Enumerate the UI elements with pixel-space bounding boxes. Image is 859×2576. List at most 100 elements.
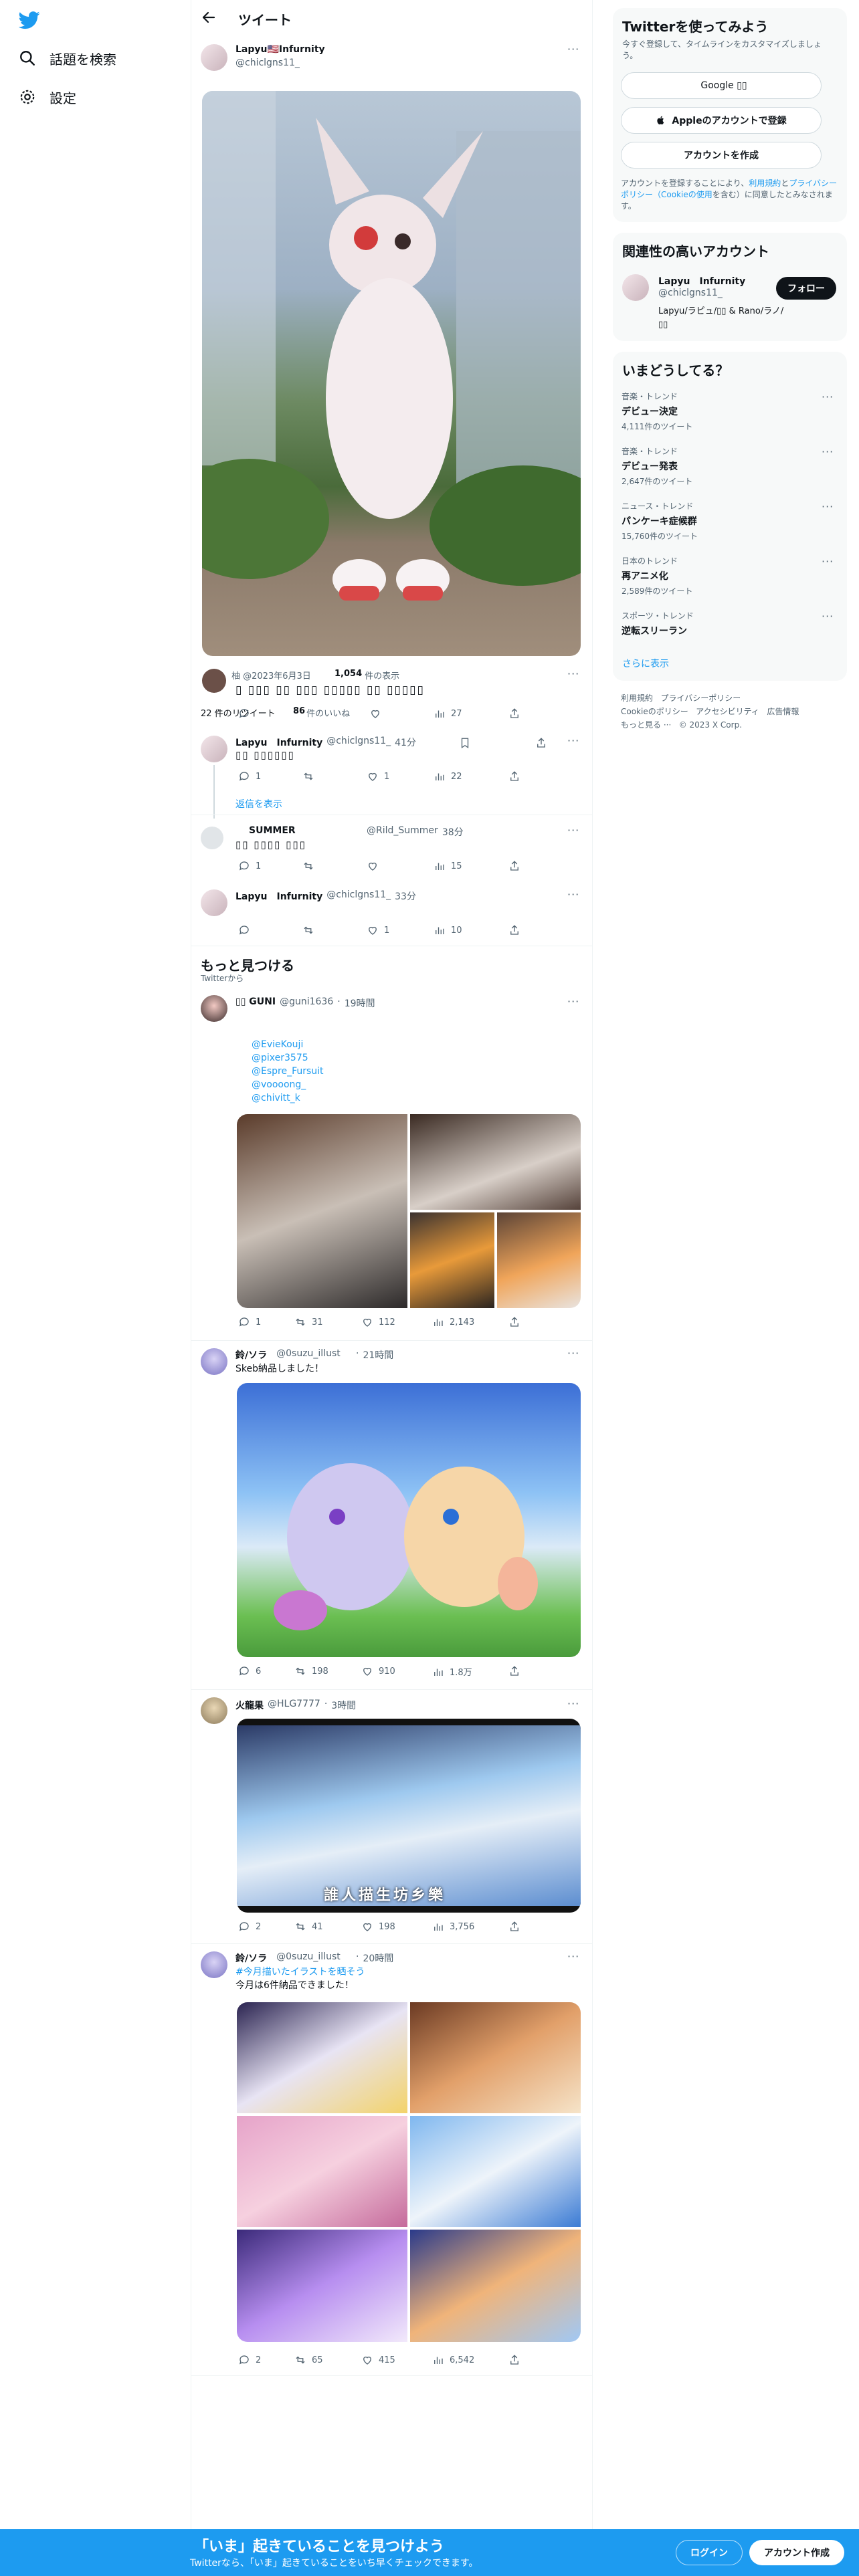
more-icon[interactable]: ···: [567, 824, 579, 837]
reply-button[interactable]: 2: [238, 1921, 261, 1933]
reply-time[interactable]: 41分: [395, 736, 416, 749]
reply-author-name[interactable]: Lapyu Infurnity: [235, 889, 322, 903]
feed-time[interactable]: 21時間: [363, 1348, 393, 1362]
footer-more-link[interactable]: もっと見る ···: [621, 720, 671, 730]
like-button[interactable]: [367, 860, 379, 872]
footer-ads-link[interactable]: 広告情報: [767, 707, 799, 716]
reply-button[interactable]: 2: [238, 2354, 261, 2366]
like-button[interactable]: 112: [361, 1316, 395, 1328]
trend-item[interactable]: ニュース・トレンド パンケーキ症候群 15,760件のツイート: [622, 500, 836, 542]
feed-time[interactable]: 19時間: [345, 996, 375, 1010]
more-icon[interactable]: ···: [567, 888, 579, 901]
footer-cookie-link[interactable]: Cookieのポリシー: [621, 707, 688, 716]
share-button[interactable]: [508, 924, 520, 936]
tweet-media-image[interactable]: [237, 1114, 407, 1308]
bottom-signup-button[interactable]: アカウント作成: [749, 2540, 844, 2565]
retweet-button[interactable]: 65: [294, 2354, 323, 2366]
feed-author-name[interactable]: 火龍果: [235, 1699, 264, 1712]
reply-author-handle[interactable]: @chiclgns11_: [326, 889, 391, 903]
more-icon[interactable]: ···: [567, 1347, 579, 1360]
feed-author-name[interactable]: 鈴/ソラ: [235, 1951, 267, 1965]
reply-author-handle[interactable]: @chiclgns11_: [326, 736, 391, 749]
tweet-media-image[interactable]: [202, 91, 581, 656]
share-button[interactable]: [535, 737, 547, 749]
more-icon[interactable]: ···: [567, 1950, 579, 1963]
twitter-logo-icon[interactable]: [18, 9, 40, 31]
hashtag-link[interactable]: #今月描いたイラストを晒そう: [235, 1965, 365, 1978]
views-button[interactable]: 2,143: [432, 1316, 474, 1328]
feed-author-handle[interactable]: @guni1636: [280, 996, 333, 1010]
reply-time[interactable]: 33分: [395, 889, 416, 903]
views-button[interactable]: 15: [434, 860, 462, 872]
likes-summary[interactable]: 86 件のいいね: [293, 706, 350, 719]
tweet-media-image[interactable]: [237, 2116, 407, 2227]
back-button[interactable]: [201, 9, 219, 28]
footer-accessibility-link[interactable]: アクセシビリティ: [696, 707, 759, 716]
feed-author-handle[interactable]: @0suzu_illust: [276, 1348, 341, 1362]
reply-time[interactable]: 38分: [442, 825, 464, 839]
like-button[interactable]: 415: [361, 2354, 395, 2366]
login-button[interactable]: ログイン: [676, 2540, 743, 2565]
quoted-avatar[interactable]: [202, 669, 226, 693]
share-button[interactable]: [508, 1921, 520, 1933]
tweet-media-grid[interactable]: [237, 1114, 581, 1308]
retweet-button[interactable]: [302, 924, 314, 936]
trend-item[interactable]: 日本のトレンド 再アニメ化 2,589件のツイート: [622, 555, 836, 597]
share-button[interactable]: [508, 860, 520, 872]
views-button[interactable]: 22: [434, 770, 462, 782]
tweet-media-image[interactable]: [237, 2002, 407, 2113]
feed-time[interactable]: 20時間: [363, 1951, 393, 1965]
views-button[interactable]: 27: [434, 708, 462, 720]
share-button[interactable]: [508, 2354, 520, 2366]
tweet-media-image[interactable]: [410, 1212, 494, 1308]
google-signup-button[interactable]: Google ▯▯: [621, 72, 822, 99]
reply-author-name[interactable]: SUMMER: [249, 825, 296, 836]
views-button[interactable]: 10: [434, 924, 462, 936]
more-icon[interactable]: ···: [567, 43, 579, 56]
like-button[interactable]: [369, 708, 381, 720]
avatar[interactable]: [201, 889, 227, 916]
like-button[interactable]: 1: [367, 770, 389, 782]
reply-button[interactable]: 1: [238, 860, 261, 872]
avatar[interactable]: [201, 827, 223, 849]
more-icon[interactable]: ···: [567, 734, 579, 747]
tweet-media-image[interactable]: [497, 1212, 581, 1308]
show-replies-link[interactable]: 返信を表示: [235, 797, 282, 811]
more-icon[interactable]: ···: [822, 610, 834, 623]
like-button[interactable]: 1: [367, 924, 389, 936]
show-more-link[interactable]: さらに表示: [622, 657, 669, 670]
more-icon[interactable]: ···: [822, 445, 834, 458]
feed-author-handle[interactable]: @0suzu_illust: [276, 1951, 341, 1965]
terms-link[interactable]: 利用規約: [749, 179, 781, 188]
tweet-media-image[interactable]: [410, 2230, 581, 2342]
tweet-media-image[interactable]: [410, 1114, 581, 1210]
feed-author-name[interactable]: 鈴/ソラ: [235, 1348, 267, 1362]
like-button[interactable]: 910: [361, 1665, 395, 1677]
create-account-button[interactable]: アカウントを作成: [621, 142, 822, 169]
share-button[interactable]: [508, 770, 520, 782]
more-icon[interactable]: ···: [567, 1697, 579, 1710]
reply-button[interactable]: 6: [238, 1665, 261, 1677]
tweet-media-image[interactable]: [237, 1383, 581, 1657]
avatar[interactable]: [201, 995, 227, 1022]
feed-author-name[interactable]: ▯▯ GUNI: [235, 996, 276, 1010]
nav-settings[interactable]: 設定: [19, 86, 76, 108]
avatar[interactable]: [201, 1697, 227, 1724]
related-account-name[interactable]: Lapyu Infurnity: [658, 274, 745, 288]
footer-terms-link[interactable]: 利用規約: [621, 693, 653, 703]
retweet-button[interactable]: [302, 860, 314, 872]
reply-author-name[interactable]: Lapyu Infurnity: [235, 736, 322, 749]
related-account-handle[interactable]: @chiclgns11_: [658, 288, 723, 298]
more-icon[interactable]: ···: [822, 555, 834, 568]
retweet-button[interactable]: 41: [294, 1921, 323, 1933]
retweet-button[interactable]: 31: [294, 1316, 323, 1328]
avatar[interactable]: [622, 274, 649, 301]
more-icon[interactable]: ···: [822, 500, 834, 513]
avatar[interactable]: [201, 1951, 227, 1978]
nav-explore[interactable]: 話題を検索: [19, 47, 116, 70]
reply-button[interactable]: [238, 924, 250, 936]
like-button[interactable]: 198: [361, 1921, 395, 1933]
more-icon[interactable]: ···: [822, 391, 834, 403]
reply-button[interactable]: [238, 708, 250, 720]
trend-item[interactable]: スポーツ・トレンド 逆転スリーラン: [622, 610, 836, 637]
